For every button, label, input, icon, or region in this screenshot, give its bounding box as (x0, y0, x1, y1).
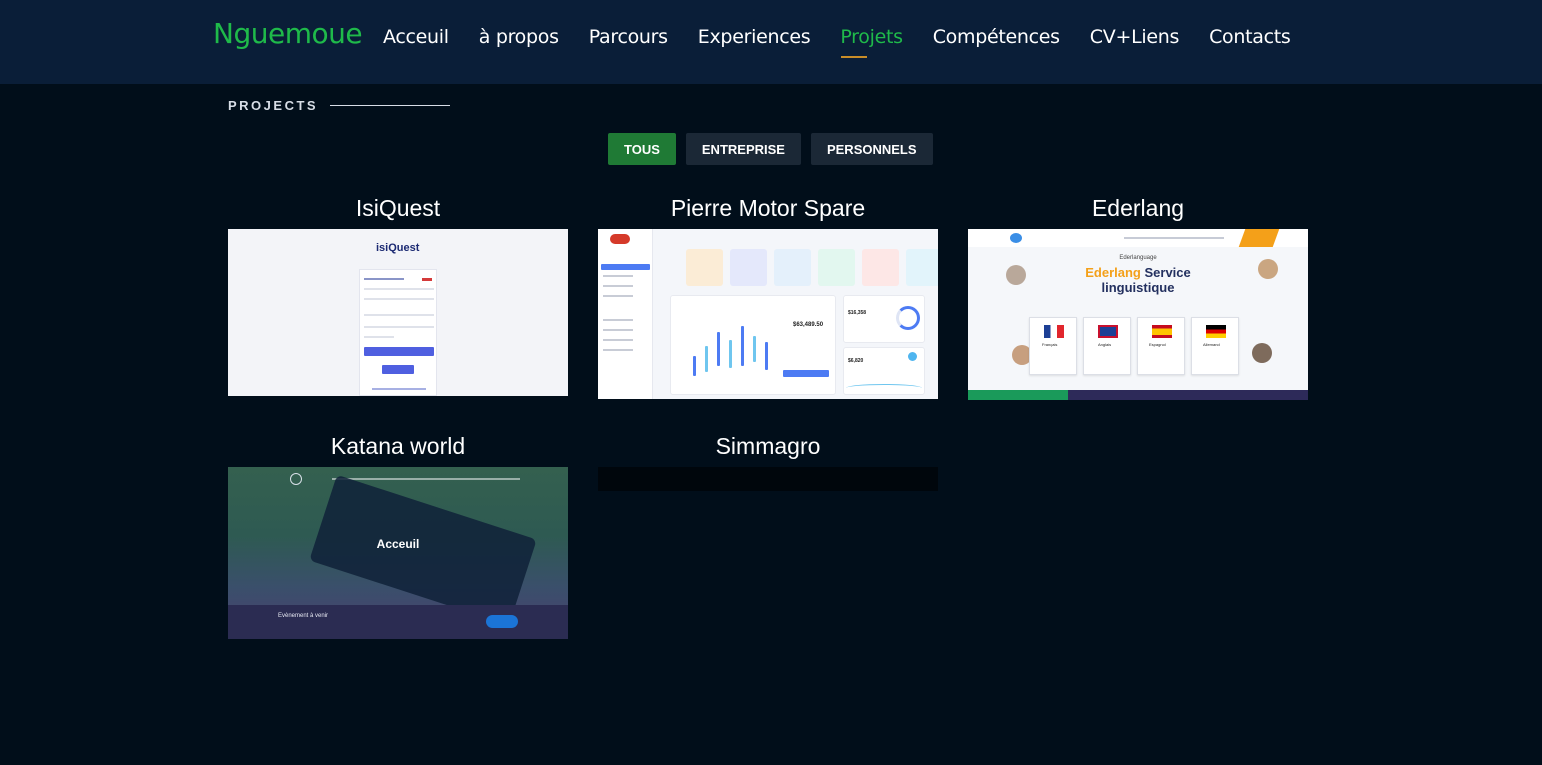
site-logo[interactable]: Nguemoue (213, 17, 363, 50)
revenue-chart-panel: $63,489.50 (670, 295, 836, 395)
project-thumbnail-pierre-motor-spare[interactable]: $63,489.50 $16,358 $6,820 (598, 229, 938, 399)
avatar (1258, 259, 1278, 279)
project-thumbnail-ederlang[interactable]: Ederlanguage Ederlang Service linguistiq… (968, 229, 1308, 400)
language-card-english: Anglais (1083, 317, 1131, 375)
filter-personnels-button[interactable]: PERSONNELS (810, 133, 933, 165)
filter-entreprise-button[interactable]: ENTREPRISE (685, 133, 801, 165)
project-title: Ederlang (1091, 195, 1185, 221)
monthly-earnings-panel: $6,820 (843, 347, 925, 395)
section-title-line (330, 105, 451, 106)
project-title: Katana world (330, 433, 466, 459)
nav-item-projets[interactable]: Projets (840, 26, 903, 58)
nav-item-competences[interactable]: Compétences (933, 26, 1060, 48)
project-title: Pierre Motor Spare (670, 195, 866, 221)
project-title: IsiQuest (355, 195, 441, 221)
project-card-ederlang[interactable]: Ederlang Ederlanguage Ederlang Service l… (968, 191, 1308, 400)
project-title: Simmagro (715, 433, 821, 459)
language-card-french: Français (1029, 317, 1077, 375)
site-header: Nguemoue Acceuil à propos Parcours Exper… (0, 0, 1542, 84)
project-card-simmagro[interactable]: Simmagro (598, 429, 938, 491)
avatar (1006, 265, 1026, 285)
project-filters: TOUS ENTREPRISE PERSONNELS (608, 133, 943, 165)
yearly-breakup-panel: $16,358 (843, 295, 925, 343)
nav-item-contacts[interactable]: Contacts (1209, 26, 1291, 48)
login-card-image (359, 269, 437, 396)
project-card-pierre-motor-spare[interactable]: Pierre Motor Spare $63,489.50 $16,358 $6… (598, 191, 938, 399)
nav-item-cv-liens[interactable]: CV+Liens (1090, 26, 1180, 48)
project-thumbnail-katana-world[interactable]: Acceuil Evènement à venir (228, 467, 568, 639)
section-title: PROJECTS (228, 98, 451, 113)
avatar (1252, 343, 1272, 363)
section-title-text: PROJECTS (228, 98, 319, 113)
project-card-katana-world[interactable]: Katana world Acceuil Evènement à venir (228, 429, 568, 639)
nav-item-a-propos[interactable]: à propos (479, 26, 559, 48)
katana-logo (290, 473, 302, 485)
nav-item-acceuil[interactable]: Acceuil (383, 26, 449, 48)
language-card-german: Allemand (1191, 317, 1239, 375)
project-thumbnail-simmagro[interactable] (598, 467, 938, 491)
main-nav: Acceuil à propos Parcours Experiences Pr… (383, 26, 1320, 58)
nav-item-parcours[interactable]: Parcours (589, 26, 668, 48)
nav-item-experiences[interactable]: Experiences (698, 26, 811, 48)
dashboard-sidebar-image (598, 229, 653, 399)
language-card-spanish: Espagnol (1137, 317, 1185, 375)
project-card-isiquest[interactable]: IsiQuest isiQuest (228, 191, 568, 396)
filter-tous-button[interactable]: TOUS (608, 133, 676, 165)
isiquest-logo: isiQuest (376, 242, 420, 254)
project-thumbnail-isiquest[interactable]: isiQuest (228, 229, 568, 396)
